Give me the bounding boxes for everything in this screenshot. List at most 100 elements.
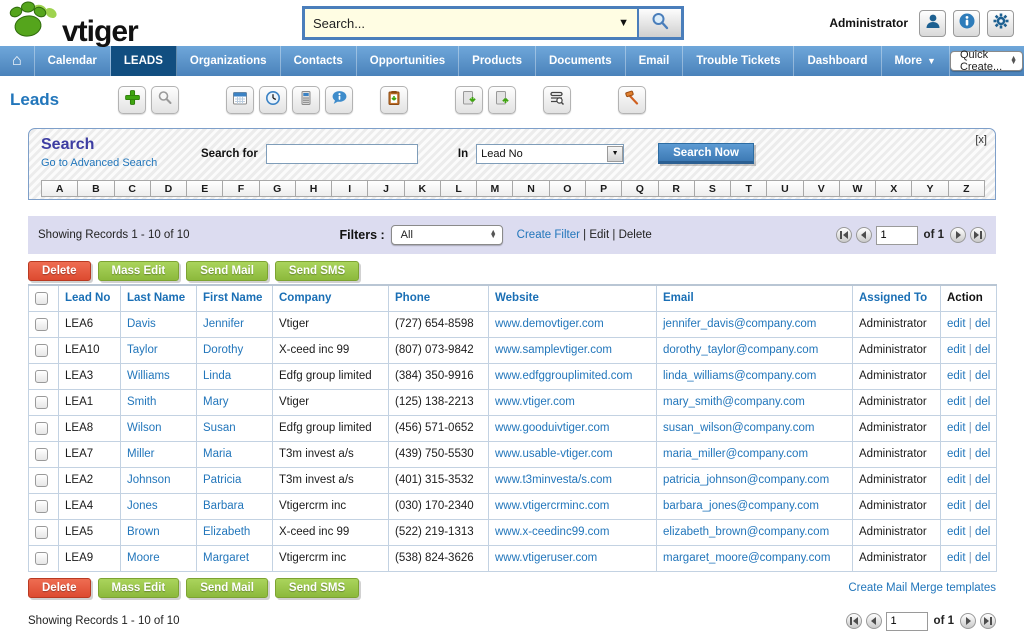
last-name-link[interactable]: Johnson bbox=[127, 474, 170, 486]
first-name-link[interactable]: Dorothy bbox=[203, 344, 243, 356]
search-leads-button[interactable] bbox=[151, 86, 179, 114]
del-link[interactable]: del bbox=[975, 318, 990, 330]
website-link[interactable]: www.vtiger.com bbox=[495, 396, 575, 408]
alphabet-letter-N[interactable]: N bbox=[512, 180, 549, 197]
mass-edit-button[interactable]: Mass Edit bbox=[98, 261, 180, 281]
alphabet-letter-K[interactable]: K bbox=[404, 180, 441, 197]
previous-page-button[interactable] bbox=[866, 613, 882, 629]
row-checkbox[interactable] bbox=[35, 344, 48, 357]
row-checkbox[interactable] bbox=[35, 552, 48, 565]
website-link[interactable]: www.vtigercrminc.com bbox=[495, 500, 609, 512]
alphabet-letter-G[interactable]: G bbox=[259, 180, 296, 197]
del-link[interactable]: del bbox=[975, 526, 990, 538]
advanced-search-link[interactable]: Go to Advanced Search bbox=[41, 157, 157, 169]
row-checkbox[interactable] bbox=[35, 422, 48, 435]
email-link[interactable]: margaret_moore@company.com bbox=[663, 552, 830, 564]
alphabet-letter-Z[interactable]: Z bbox=[948, 180, 985, 197]
edit-link[interactable]: edit bbox=[947, 526, 966, 538]
settings-tools-button[interactable] bbox=[618, 86, 646, 114]
delete-button[interactable]: Delete bbox=[28, 261, 91, 281]
col-lead-no[interactable]: Lead No bbox=[59, 285, 121, 311]
tab-documents[interactable]: Documents bbox=[536, 46, 626, 76]
tab-calendar[interactable]: Calendar bbox=[35, 46, 111, 76]
settings-button[interactable] bbox=[987, 10, 1014, 37]
chat-button[interactable] bbox=[325, 86, 353, 114]
first-name-link[interactable]: Barbara bbox=[203, 500, 244, 512]
tab-contacts[interactable]: Contacts bbox=[281, 46, 357, 76]
previous-page-button[interactable] bbox=[856, 227, 872, 243]
del-link[interactable]: del bbox=[975, 370, 990, 382]
alphabet-letter-E[interactable]: E bbox=[186, 180, 223, 197]
website-link[interactable]: www.t3minvesta/s.com bbox=[495, 474, 612, 486]
last-page-button[interactable] bbox=[980, 613, 996, 629]
tab-opportunities[interactable]: Opportunities bbox=[357, 46, 459, 76]
close-search-panel[interactable]: [x] bbox=[975, 134, 987, 146]
email-link[interactable]: barbara_jones@company.com bbox=[663, 500, 819, 512]
website-link[interactable]: www.vtigeruser.com bbox=[495, 552, 597, 564]
edit-link[interactable]: edit bbox=[947, 448, 966, 460]
tab-products[interactable]: Products bbox=[459, 46, 536, 76]
last-name-link[interactable]: Miller bbox=[127, 448, 154, 460]
alphabet-letter-M[interactable]: M bbox=[476, 180, 513, 197]
tab-email[interactable]: Email bbox=[626, 46, 684, 76]
export-button[interactable] bbox=[488, 86, 516, 114]
last-page-button[interactable] bbox=[970, 227, 986, 243]
quick-create-select[interactable]: Quick Create... ▲▼ bbox=[950, 51, 1023, 71]
last-name-link[interactable]: Taylor bbox=[127, 344, 158, 356]
alphabet-letter-V[interactable]: V bbox=[803, 180, 840, 197]
page-number-input[interactable] bbox=[886, 612, 928, 631]
row-checkbox[interactable] bbox=[35, 526, 48, 539]
del-link[interactable]: del bbox=[975, 474, 990, 486]
alphabet-letter-O[interactable]: O bbox=[549, 180, 586, 197]
alphabet-letter-I[interactable]: I bbox=[331, 180, 368, 197]
first-name-link[interactable]: Elizabeth bbox=[203, 526, 250, 538]
col-assigned-to[interactable]: Assigned To bbox=[853, 285, 941, 311]
email-link[interactable]: dorothy_taylor@company.com bbox=[663, 344, 818, 356]
first-page-button[interactable] bbox=[836, 227, 852, 243]
alphabet-letter-R[interactable]: R bbox=[658, 180, 695, 197]
email-link[interactable]: susan_wilson@company.com bbox=[663, 422, 814, 434]
first-name-link[interactable]: Patricia bbox=[203, 474, 241, 486]
clock-button[interactable] bbox=[259, 86, 287, 114]
alphabet-letter-X[interactable]: X bbox=[875, 180, 912, 197]
row-checkbox[interactable] bbox=[35, 474, 48, 487]
my-account-button[interactable] bbox=[919, 10, 946, 37]
website-link[interactable]: www.usable-vtiger.com bbox=[495, 448, 613, 460]
mail-merge-link[interactable]: Create Mail Merge templates bbox=[848, 582, 996, 594]
col-company[interactable]: Company bbox=[273, 285, 389, 311]
del-link[interactable]: del bbox=[975, 344, 990, 356]
first-name-link[interactable]: Maria bbox=[203, 448, 232, 460]
alphabet-letter-F[interactable]: F bbox=[222, 180, 259, 197]
first-page-button[interactable] bbox=[846, 613, 862, 629]
last-name-link[interactable]: Davis bbox=[127, 318, 156, 330]
delete-button[interactable]: Delete bbox=[28, 578, 91, 598]
last-name-link[interactable]: Jones bbox=[127, 500, 158, 512]
col-last-name[interactable]: Last Name bbox=[121, 285, 197, 311]
search-dropdown-icon[interactable]: ▼ bbox=[610, 9, 637, 37]
search-field-select[interactable]: Lead No ▼ bbox=[476, 144, 624, 164]
alphabet-letter-B[interactable]: B bbox=[77, 180, 114, 197]
clipboard-transfer-button[interactable] bbox=[380, 86, 408, 114]
search-now-button[interactable]: Search Now bbox=[658, 143, 754, 164]
help-button[interactable] bbox=[953, 10, 980, 37]
alphabet-letter-H[interactable]: H bbox=[295, 180, 332, 197]
website-link[interactable]: www.samplevtiger.com bbox=[495, 344, 612, 356]
tab-home[interactable]: ⌂ bbox=[0, 46, 35, 76]
row-checkbox[interactable] bbox=[35, 318, 48, 331]
alphabet-letter-C[interactable]: C bbox=[114, 180, 151, 197]
website-link[interactable]: www.x-ceedinc99.com bbox=[495, 526, 609, 538]
alphabet-letter-J[interactable]: J bbox=[367, 180, 404, 197]
delete-filter-link[interactable]: Delete bbox=[619, 229, 652, 241]
col-email[interactable]: Email bbox=[657, 285, 853, 311]
last-name-link[interactable]: Moore bbox=[127, 552, 160, 564]
global-search-input[interactable]: Search... bbox=[305, 9, 610, 37]
import-button[interactable] bbox=[455, 86, 483, 114]
global-search-button[interactable] bbox=[637, 9, 681, 37]
search-for-input[interactable] bbox=[266, 144, 418, 164]
next-page-button[interactable] bbox=[960, 613, 976, 629]
send-sms-button[interactable]: Send SMS bbox=[275, 261, 359, 281]
add-lead-button[interactable] bbox=[118, 86, 146, 114]
edit-filter-link[interactable]: Edit bbox=[589, 229, 609, 241]
alphabet-letter-U[interactable]: U bbox=[766, 180, 803, 197]
mass-edit-button[interactable]: Mass Edit bbox=[98, 578, 180, 598]
